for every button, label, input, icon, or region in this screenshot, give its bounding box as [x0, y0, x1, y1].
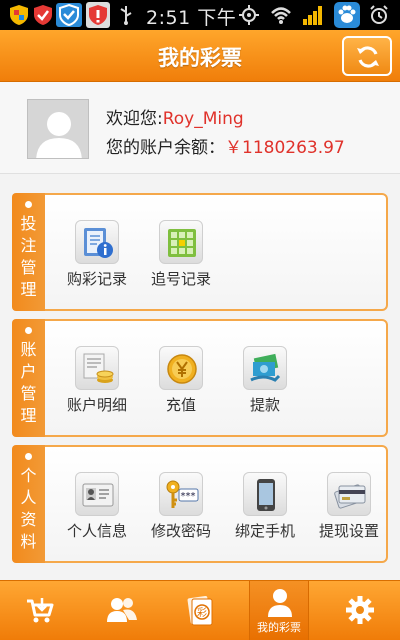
item-label: 购彩记录 — [66, 270, 127, 288]
nav-my-lottery[interactable]: 我的彩票 — [249, 581, 309, 640]
section-tab: 投注管理 — [12, 193, 45, 311]
smartphone-icon — [243, 472, 287, 516]
lottery-ticket-icon: 彩 — [187, 595, 213, 626]
withdraw-button[interactable]: 提款 — [223, 321, 307, 439]
balance-label: 您的账户余额： — [106, 138, 225, 158]
ledger-coins-icon — [75, 346, 119, 390]
yen-coin-icon — [159, 346, 203, 390]
section-title: 投注管理 — [20, 214, 37, 299]
welcome-label: 欢迎您: — [106, 109, 163, 129]
shield-app-icon — [8, 4, 30, 26]
users-icon — [107, 598, 137, 622]
shield-alert-icon — [86, 2, 110, 28]
nav-lottery[interactable]: 彩 — [170, 581, 230, 640]
balance-value: ￥1180263.97 — [225, 138, 345, 158]
cash-withdraw-icon — [243, 346, 287, 390]
item-label: 个人信息 — [66, 522, 127, 540]
item-label: 账户明细 — [66, 396, 127, 414]
bind-phone-button[interactable]: 绑定手机 — [223, 447, 307, 565]
account-details-button[interactable]: 账户明细 — [55, 321, 139, 439]
status-bar: 2:51 下午 — [0, 0, 400, 30]
wifi-icon — [270, 4, 292, 26]
shield-check-icon — [32, 4, 54, 26]
section-tab: 账户管理 — [12, 319, 45, 437]
cart-icon — [27, 598, 54, 623]
item-label: 修改密码 — [150, 522, 211, 540]
header: 我的彩票 — [0, 30, 400, 82]
section-account-management: 账户管理 账户明细 充值 提款 — [12, 319, 388, 437]
withdraw-settings-button[interactable]: 提现设置 — [307, 447, 391, 565]
section-dot — [25, 453, 32, 460]
signal-icon — [302, 4, 324, 26]
change-password-button[interactable]: *** 修改密码 — [139, 447, 223, 565]
refresh-icon — [357, 46, 379, 68]
profile-card: 欢迎您:Roy_Ming 您的账户余额：￥1180263.97 — [0, 82, 400, 174]
section-tab: 个人资料 — [12, 445, 45, 563]
item-label: 充值 — [165, 396, 196, 414]
section-title: 个人资料 — [20, 466, 37, 551]
nav-cart[interactable] — [10, 581, 70, 640]
item-label: 提现设置 — [318, 522, 379, 540]
nav-users[interactable] — [90, 581, 150, 640]
gps-icon — [238, 4, 260, 26]
section-title: 账户管理 — [20, 340, 37, 425]
usb-icon — [118, 4, 134, 26]
item-label: 绑定手机 — [234, 522, 295, 540]
page-title: 我的彩票 — [158, 46, 242, 70]
svg-text:彩: 彩 — [197, 607, 207, 619]
section-panel: 账户明细 充值 提款 — [45, 319, 388, 437]
key-password-icon: *** — [159, 472, 203, 516]
welcome-text: 欢迎您:Roy_Ming — [106, 104, 244, 129]
follow-number-records-button[interactable]: 追号记录 — [139, 195, 223, 313]
section-dot — [25, 327, 32, 334]
section-betting-management: 投注管理 购彩记录 追号记录 — [12, 193, 388, 311]
alarm-icon — [368, 4, 390, 26]
bottom-nav: 彩 我的彩票 — [0, 580, 400, 640]
recharge-button[interactable]: 充值 — [139, 321, 223, 439]
nav-active-label: 我的彩票 — [257, 621, 301, 634]
purchase-records-button[interactable]: 购彩记录 — [55, 195, 139, 313]
gear-icon — [346, 596, 374, 624]
section-panel: 购彩记录 追号记录 — [45, 193, 388, 311]
item-label: 提款 — [249, 396, 280, 414]
balance-text: 您的账户余额：￥1180263.97 — [106, 133, 345, 158]
id-card-icon — [75, 472, 119, 516]
username: Roy_Ming — [162, 109, 244, 129]
status-time: 2:51 下午 — [146, 7, 237, 29]
avatar[interactable] — [27, 99, 89, 159]
item-label: 追号记录 — [150, 270, 211, 288]
section-dot — [25, 201, 32, 208]
antivirus-icon — [56, 3, 82, 27]
paw-icon — [334, 2, 360, 28]
section-personal-profile: 个人资料 个人信息 *** 修改密码 绑定手机 提现设置 — [12, 445, 388, 563]
personal-info-button[interactable]: 个人信息 — [55, 447, 139, 565]
svg-text:***: *** — [181, 491, 196, 502]
user-icon — [268, 589, 292, 617]
refresh-button[interactable] — [342, 36, 392, 76]
notebook-info-icon — [75, 220, 119, 264]
grid-icon — [159, 220, 203, 264]
nav-settings[interactable] — [330, 581, 390, 640]
section-panel: 个人信息 *** 修改密码 绑定手机 提现设置 — [45, 445, 388, 563]
bank-card-icon — [327, 472, 371, 516]
